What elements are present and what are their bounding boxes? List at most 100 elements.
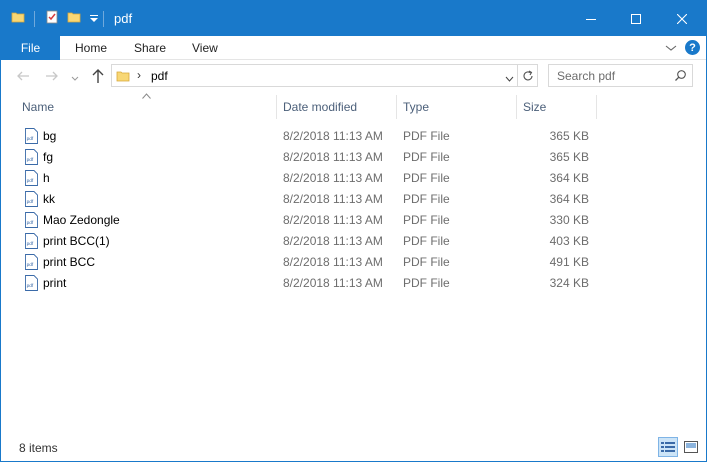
file-name: print BCC: [43, 255, 96, 269]
file-size: 364 KB: [549, 171, 589, 185]
file-row[interactable]: pdf fg 8/2/2018 11:13 AM PDF File 365 KB: [18, 146, 598, 167]
file-date: 8/2/2018 11:13 AM: [283, 192, 383, 206]
column-header-size[interactable]: Size: [523, 100, 546, 114]
file-date: 8/2/2018 11:13 AM: [283, 255, 383, 269]
file-name: bg: [43, 129, 57, 143]
file-date: 8/2/2018 11:13 AM: [283, 234, 383, 248]
svg-text:pdf: pdf: [27, 283, 34, 289]
search-input[interactable]: Search pdf: [548, 64, 693, 87]
column-header-name[interactable]: Name: [22, 100, 54, 114]
file-size: 324 KB: [549, 276, 589, 290]
large-icons-view-icon: [684, 441, 698, 453]
pdf-file-icon: pdf: [25, 233, 38, 249]
file-size: 365 KB: [549, 129, 589, 143]
file-row[interactable]: pdf kk 8/2/2018 11:13 AM PDF File 364 KB: [18, 188, 598, 209]
tab-share[interactable]: Share: [134, 41, 166, 55]
title-bar[interactable]: pdf: [1, 1, 706, 36]
navigation-bar: › pdf Search pdf: [1, 60, 706, 92]
file-date: 8/2/2018 11:13 AM: [283, 276, 383, 290]
search-placeholder: Search pdf: [557, 69, 616, 83]
svg-text:pdf: pdf: [27, 241, 34, 247]
search-icon[interactable]: [674, 69, 687, 82]
column-divider[interactable]: [276, 95, 277, 119]
ribbon-tabs: File Home Share View ?: [1, 36, 706, 60]
svg-text:pdf: pdf: [27, 178, 34, 184]
up-arrow-icon[interactable]: [90, 67, 106, 84]
pdf-file-icon: pdf: [25, 170, 38, 186]
properties-icon[interactable]: [45, 10, 59, 24]
file-date: 8/2/2018 11:13 AM: [283, 171, 383, 185]
minimize-button[interactable]: [568, 1, 614, 36]
file-name: print BCC(1): [43, 234, 110, 248]
tab-view[interactable]: View: [192, 41, 218, 55]
file-type: PDF File: [403, 192, 450, 206]
forward-arrow-icon[interactable]: [44, 68, 60, 84]
address-dropdown-icon[interactable]: [505, 72, 514, 82]
minimize-icon: [586, 18, 596, 20]
file-size: 403 KB: [549, 234, 589, 248]
file-row[interactable]: pdf Mao Zedongle 8/2/2018 11:13 AM PDF F…: [18, 209, 598, 230]
file-date: 8/2/2018 11:13 AM: [283, 150, 383, 164]
refresh-button[interactable]: [518, 64, 538, 87]
title-separator: [34, 11, 35, 27]
back-arrow-icon[interactable]: [15, 68, 31, 84]
file-type: PDF File: [403, 150, 450, 164]
pdf-file-icon: pdf: [25, 128, 38, 144]
file-type: PDF File: [403, 171, 450, 185]
file-name: Mao Zedongle: [43, 213, 120, 227]
details-view-icon: [661, 442, 675, 452]
title-separator: [103, 11, 104, 27]
expand-ribbon-icon[interactable]: [665, 42, 677, 52]
folder-icon[interactable]: [11, 10, 25, 24]
item-count: 8 items: [19, 441, 58, 455]
tab-home[interactable]: Home: [75, 41, 107, 55]
column-divider[interactable]: [516, 95, 517, 119]
sort-ascending-icon: [142, 93, 151, 99]
file-row[interactable]: pdf print BCC 8/2/2018 11:13 AM PDF File…: [18, 251, 598, 272]
file-row[interactable]: pdf print BCC(1) 8/2/2018 11:13 AM PDF F…: [18, 230, 598, 251]
file-row[interactable]: pdf bg 8/2/2018 11:13 AM PDF File 365 KB: [18, 125, 598, 146]
column-header-date[interactable]: Date modified: [283, 100, 357, 114]
breadcrumb-separator[interactable]: ›: [137, 68, 141, 82]
file-size: 364 KB: [549, 192, 589, 206]
column-header-type[interactable]: Type: [403, 100, 429, 114]
file-type: PDF File: [403, 255, 450, 269]
file-type: PDF File: [403, 276, 450, 290]
window-title: pdf: [114, 11, 133, 26]
file-size: 330 KB: [549, 213, 589, 227]
maximize-icon: [631, 13, 641, 24]
file-date: 8/2/2018 11:13 AM: [283, 129, 383, 143]
large-icons-view-button[interactable]: [681, 437, 701, 457]
file-name: kk: [43, 192, 55, 206]
file-size: 491 KB: [549, 255, 589, 269]
maximize-button[interactable]: [613, 1, 659, 36]
column-divider[interactable]: [596, 95, 597, 119]
svg-text:pdf: pdf: [27, 220, 34, 226]
customize-dropdown-icon[interactable]: [89, 13, 99, 23]
recent-locations-chevron-icon[interactable]: [71, 72, 79, 81]
svg-text:pdf: pdf: [27, 199, 34, 205]
column-divider[interactable]: [396, 95, 397, 119]
explorer-window: pdf File Home Share View ? › pdf Search …: [0, 0, 707, 462]
file-row[interactable]: pdf print 8/2/2018 11:13 AM PDF File 324…: [18, 272, 598, 293]
file-type: PDF File: [403, 213, 450, 227]
file-row[interactable]: pdf h 8/2/2018 11:13 AM PDF File 364 KB: [18, 167, 598, 188]
breadcrumb-current[interactable]: pdf: [151, 69, 168, 83]
svg-text:pdf: pdf: [27, 157, 34, 163]
file-type: PDF File: [403, 234, 450, 248]
new-folder-icon[interactable]: [67, 10, 81, 24]
address-bar[interactable]: › pdf: [111, 64, 518, 87]
file-date: 8/2/2018 11:13 AM: [283, 213, 383, 227]
status-bar: 8 items: [1, 437, 706, 461]
folder-icon: [116, 69, 130, 83]
file-name: fg: [43, 150, 54, 164]
svg-text:pdf: pdf: [27, 136, 34, 142]
pdf-file-icon: pdf: [25, 149, 38, 165]
help-button[interactable]: ?: [685, 40, 700, 55]
file-size: 365 KB: [549, 150, 589, 164]
pdf-file-icon: pdf: [25, 275, 38, 291]
pdf-file-icon: pdf: [25, 212, 38, 228]
tab-file[interactable]: File: [1, 36, 60, 60]
details-view-button[interactable]: [658, 437, 678, 457]
close-button[interactable]: [659, 1, 705, 36]
